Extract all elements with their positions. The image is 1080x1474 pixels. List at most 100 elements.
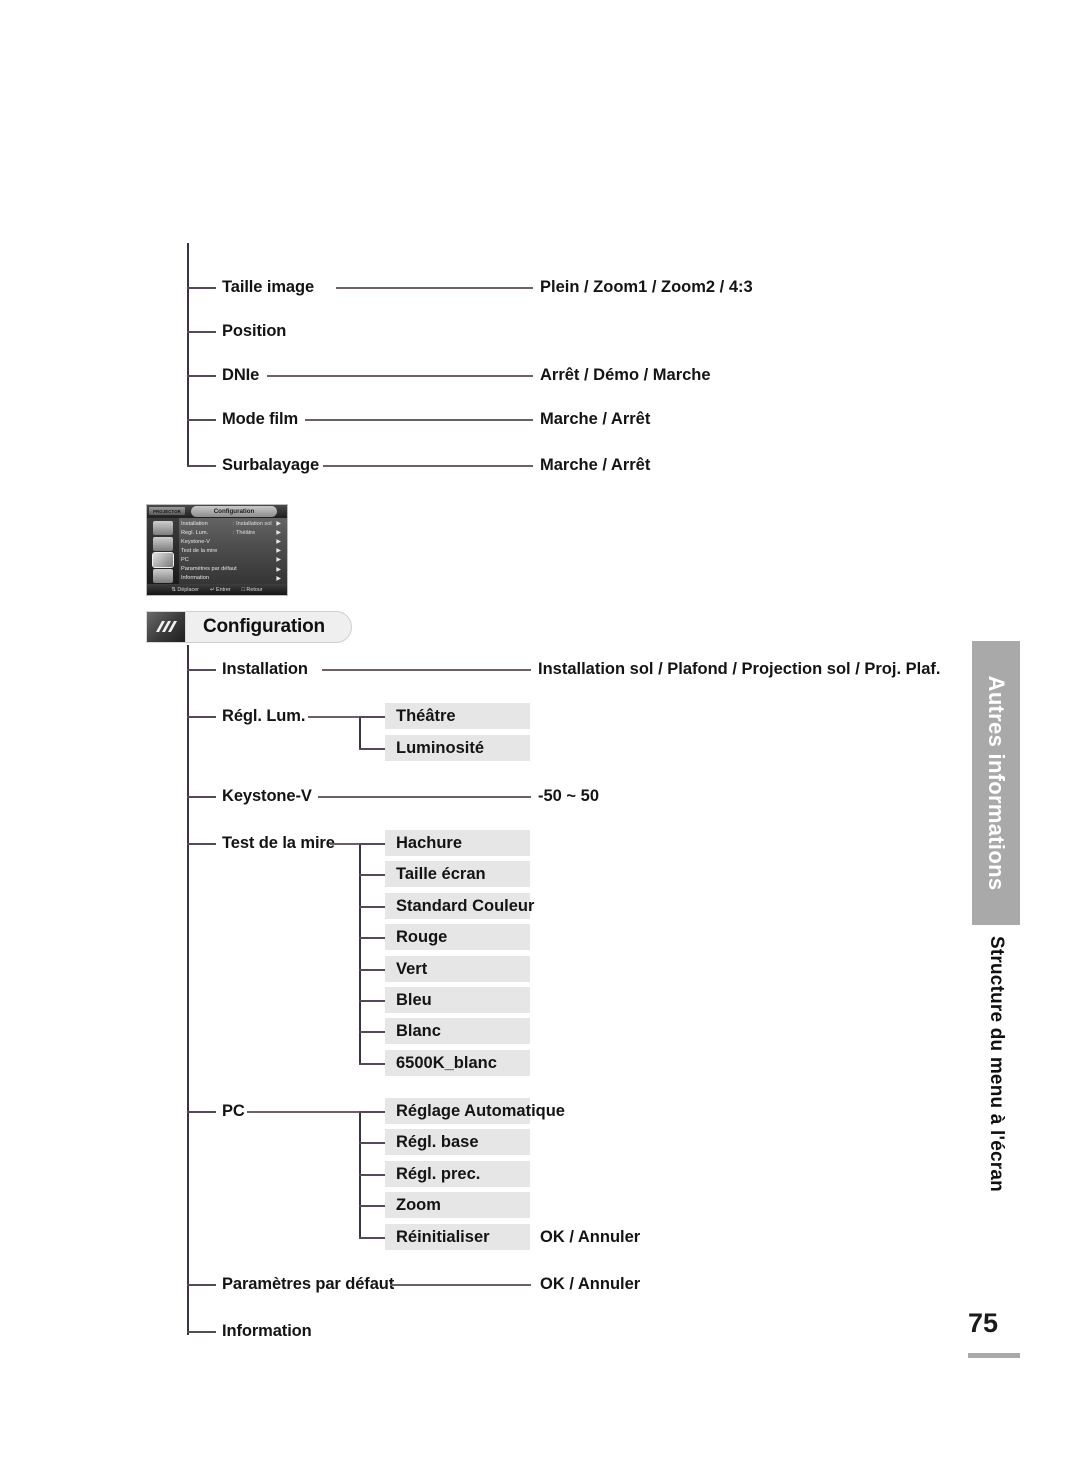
- chevron-right-icon: ▶: [276, 566, 281, 573]
- manual-page: Taille image Plein / Zoom1 / Zoom2 / 4:3…: [0, 0, 1080, 1474]
- page-number: 75: [968, 1308, 999, 1338]
- top-node-label-4: Surbalayage: [222, 456, 320, 474]
- config-sub-connector: [359, 1174, 386, 1176]
- config-sub-chip: Vert: [385, 956, 530, 982]
- sidebar-subtitle: Structure du menu à l'écran: [986, 936, 1007, 1192]
- config-sub-label: Réinitialiser: [396, 1227, 490, 1246]
- osd-footer-return: □ Retour: [241, 586, 263, 593]
- config-node-rule-2: [318, 796, 531, 798]
- config-node-rule-4: [247, 1111, 360, 1113]
- osd-menu-row: Test de la mire ▶: [181, 546, 285, 555]
- config-node-label-2: Keystone-V: [222, 787, 312, 805]
- config-node-label-6: Information: [222, 1322, 312, 1340]
- config-tree-rail: [187, 645, 189, 1335]
- config-sub-chip: Réglage Automatique: [385, 1098, 565, 1124]
- osd-row-value: : Installation sol: [233, 520, 272, 527]
- config-node-value-5: OK / Annuler: [540, 1275, 641, 1293]
- chevron-right-icon: ▶: [276, 557, 281, 564]
- config-node-rule-5: [390, 1284, 531, 1286]
- config-sub-connector: [359, 906, 386, 908]
- chevron-right-icon: ▶: [276, 530, 281, 537]
- top-tree-connector: [187, 465, 216, 467]
- top-node-rule-0: [336, 287, 533, 289]
- section-title-pill: Configuration: [180, 611, 352, 643]
- osd-row-key: PC: [181, 556, 189, 563]
- osd-row-key: Keystone-V: [181, 538, 210, 545]
- config-sub-chip: Standard Couleur: [385, 893, 534, 919]
- config-node-rule-1: [308, 716, 360, 718]
- config-node-label-5: Paramètres par défaut: [222, 1275, 395, 1293]
- top-node-rule-4: [323, 465, 533, 467]
- osd-footer-bar: ⇅ Déplacer ↵ Entrer □ Retour: [147, 584, 287, 595]
- top-node-value-0: Plein / Zoom1 / Zoom2 / 4:3: [540, 278, 753, 296]
- config-node-label-4: PC: [222, 1102, 245, 1120]
- config-sub-value: OK / Annuler: [540, 1228, 641, 1246]
- config-sub-label: Réglage Automatique: [396, 1101, 565, 1120]
- osd-title: Configuration: [191, 506, 277, 517]
- config-sub-connector: [359, 748, 386, 750]
- osd-footer-move: ⇅ Déplacer: [171, 586, 199, 593]
- config-connector-5: [187, 1284, 216, 1286]
- osd-sound-icon: [153, 537, 173, 551]
- config-connector-4: [187, 1111, 216, 1113]
- config-connector-6: [187, 1331, 216, 1333]
- config-sub-connector: [359, 969, 386, 971]
- top-node-rule-3: [305, 419, 533, 421]
- config-sub-chip: Réinitialiser: [385, 1224, 530, 1250]
- config-node-rule-0: [322, 669, 531, 671]
- sidebar-tab-autres-informations: Autres informations: [972, 641, 1020, 925]
- top-tree-connector: [187, 375, 216, 377]
- osd-row-key: Installation: [181, 520, 208, 527]
- config-subrail-3: [359, 843, 361, 1063]
- config-sub-chip: Régl. prec.: [385, 1161, 530, 1187]
- config-connector-2: [187, 796, 216, 798]
- config-sub-connector: [359, 716, 386, 718]
- osd-screenshot: PROJECTOR Configuration Installation : I…: [146, 504, 288, 596]
- config-sub-chip: Hachure: [385, 830, 530, 856]
- osd-menu-row: PC ▶: [181, 555, 285, 564]
- config-sub-label: Taille écran: [396, 864, 486, 883]
- config-sub-connector: [359, 1142, 386, 1144]
- config-sub-label: Vert: [396, 959, 428, 978]
- config-connector-3: [187, 843, 216, 845]
- config-node-label-1: Régl. Lum.: [222, 707, 306, 725]
- config-sub-label: Zoom: [396, 1195, 441, 1214]
- section-header: Configuration: [146, 611, 352, 643]
- config-sub-connector: [359, 1000, 386, 1002]
- osd-input-icon: [153, 569, 173, 583]
- osd-menu-row: Information ▶: [181, 574, 285, 583]
- config-sub-connector: [359, 874, 386, 876]
- osd-menu-row: Installation : Installation sol ▶: [181, 519, 285, 528]
- config-sub-chip: Rouge: [385, 924, 530, 950]
- osd-row-key: Information: [181, 575, 209, 582]
- config-node-label-0: Installation: [222, 660, 308, 678]
- config-sub-connector: [359, 1031, 386, 1033]
- osd-menu-row: Paramètres par défaut ▶: [181, 564, 285, 573]
- config-sub-connector: [359, 1237, 386, 1239]
- config-sub-chip: Régl. base: [385, 1129, 530, 1155]
- osd-menu-list: Installation : Installation sol ▶ Regl. …: [181, 519, 285, 583]
- config-sub-connector: [359, 937, 386, 939]
- config-connector-0: [187, 669, 216, 671]
- config-sub-connector: [359, 1063, 386, 1065]
- config-node-value-0: Installation sol / Plafond / Projection …: [538, 660, 941, 678]
- config-subrail-1: [359, 716, 361, 749]
- config-sub-label: Rouge: [396, 927, 448, 946]
- config-sub-chip: Taille écran: [385, 861, 530, 887]
- top-tree-connector: [187, 331, 216, 333]
- top-tree-connector: [187, 419, 216, 421]
- osd-icon-column: [147, 518, 179, 584]
- config-sub-chip: Bleu: [385, 987, 530, 1013]
- chevron-right-icon: ▶: [276, 548, 281, 555]
- osd-brand-label: PROJECTOR: [149, 507, 185, 515]
- settings-icon: [146, 611, 186, 643]
- config-sub-label: Régl. prec.: [396, 1164, 481, 1183]
- section-title: Configuration: [203, 616, 325, 637]
- config-sub-label: Bleu: [396, 990, 432, 1009]
- chevron-right-icon: ▶: [276, 575, 281, 582]
- osd-row-value: : Théâtre: [233, 529, 256, 536]
- config-sub-chip: Zoom: [385, 1192, 530, 1218]
- top-tree-rail: [187, 243, 189, 467]
- top-node-label-2: DNIe: [222, 366, 260, 384]
- config-sub-label: Théâtre: [396, 706, 456, 725]
